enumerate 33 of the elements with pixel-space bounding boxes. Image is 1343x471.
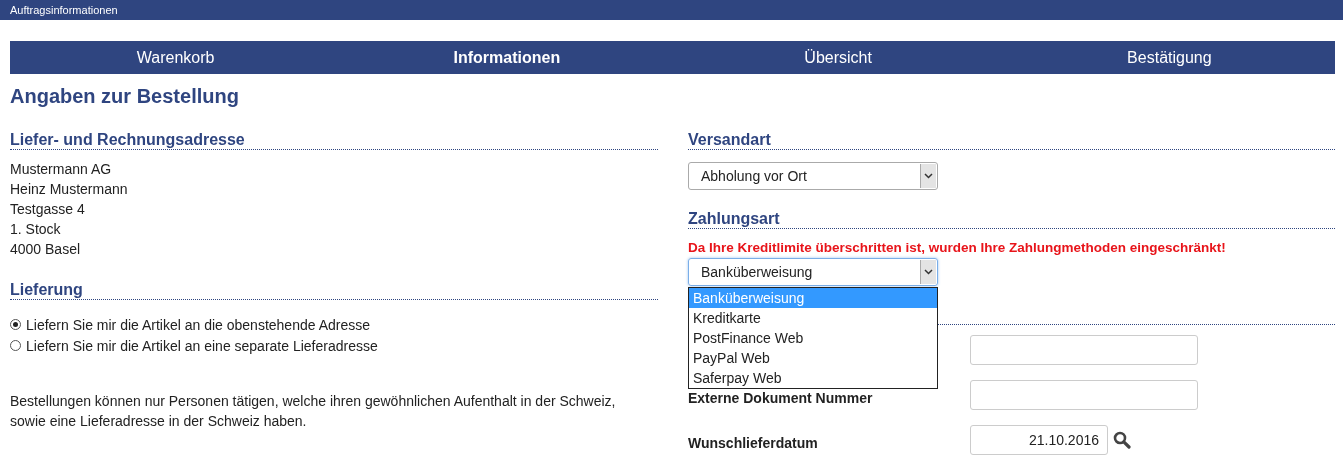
radio-label[interactable]: Liefern Sie mir die Artikel an die obenstehende Adresse: [26, 316, 370, 333]
notice-text: Bestellungen können nur Personen tätigen, welche ihren gewöhnlichen Aufenthalt in der Schweiz, sowie eine Lieferadresse in der Schweiz haben.: [10, 392, 617, 431]
step-tab[interactable]: Informationen: [341, 48, 673, 67]
field-label: Wunschlieferdatum: [688, 435, 818, 451]
page-title: Angaben zur Bestellung: [10, 85, 240, 109]
section-heading: Lieferung: [10, 281, 658, 300]
section-heading: Zahlungsart: [688, 210, 1335, 229]
address-line: Heinz Mustermann: [10, 180, 129, 199]
step-tab[interactable]: Warenkorb: [10, 48, 342, 67]
payment-select[interactable]: Banküberweisung: [688, 258, 938, 286]
input-field[interactable]: [970, 380, 1198, 410]
step-tab[interactable]: Bestätigung: [1003, 48, 1335, 67]
warning-text: Da Ihre Kreditlimite überschritten ist, wurden Ihre Zahlungmethoden eingeschränkt!: [688, 240, 1227, 255]
section-heading: Liefer- und Rechnungsadresse: [10, 131, 658, 150]
search-icon[interactable]: [1113, 431, 1131, 449]
caret-icon: [920, 164, 936, 188]
input-field[interactable]: [970, 335, 1198, 365]
caret-icon: [920, 260, 936, 284]
section-heading: Versandart: [688, 131, 1335, 150]
dropdown-option[interactable]: PostFinance Web: [689, 328, 937, 348]
address-line: Testgasse 4: [10, 200, 86, 219]
address-line: 4000 Basel: [10, 240, 82, 259]
dropdown-option[interactable]: Kreditkarte: [689, 308, 937, 328]
dropdown-option[interactable]: PayPal Web: [689, 348, 937, 368]
dropdown-option[interactable]: Saferpay Web: [689, 368, 937, 388]
address-line: Mustermann AG: [10, 160, 113, 179]
date-field[interactable]: 21.10.2016: [970, 425, 1108, 455]
shipping-select[interactable]: Abholung vor Ort: [688, 162, 938, 190]
field-label: Externe Dokument Nummer: [688, 390, 873, 406]
radio-label[interactable]: Liefern Sie mir die Artikel an eine separate Lieferadresse: [26, 337, 378, 354]
window-title: Auftragsinformationen: [10, 4, 118, 16]
step-tab[interactable]: Übersicht: [672, 48, 1004, 67]
address-line: 1. Stock: [10, 220, 62, 239]
